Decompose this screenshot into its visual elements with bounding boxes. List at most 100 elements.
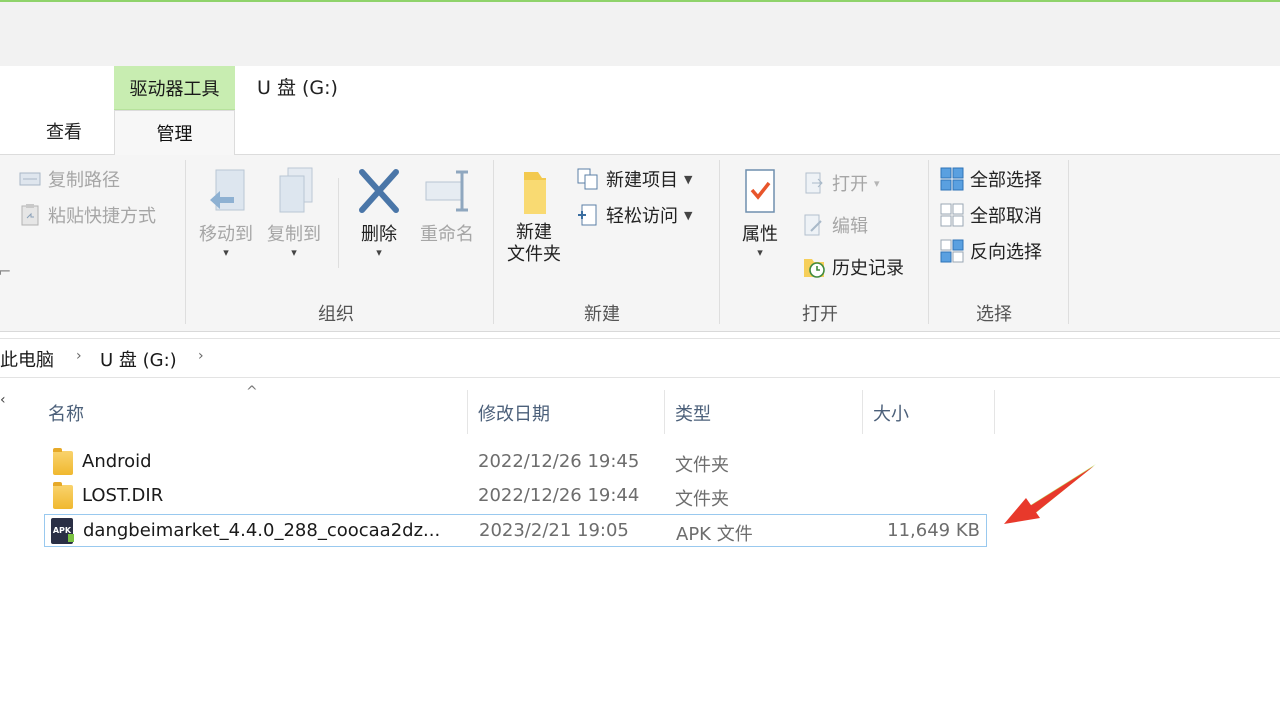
folder-icon (53, 482, 73, 509)
new-item-label: 新建项目 (606, 170, 678, 191)
paste-shortcut-button[interactable]: 粘贴快捷方式 (18, 202, 156, 228)
properties-icon (733, 166, 787, 224)
apk-file-icon: APK (51, 518, 74, 544)
easy-access-label: 轻松访问 (606, 206, 678, 227)
breadcrumb-chevron-icon[interactable]: › (76, 348, 82, 364)
file-name: dangbeimarket_4.4.0_288_coocaa2dz... (83, 520, 441, 541)
column-header-type[interactable]: 类型 (675, 400, 711, 426)
select-all-button[interactable]: 全部选择 (940, 166, 1042, 192)
copy-path-icon (18, 167, 42, 191)
title-bar (0, 2, 1280, 66)
properties-label: 属性 (742, 224, 778, 245)
new-item-button[interactable]: 新建项目 ▼ (576, 166, 692, 192)
history-icon (802, 255, 826, 279)
move-to-button[interactable]: 移动到 ▾ (194, 166, 258, 259)
file-date: 2023/2/21 19:05 (479, 520, 629, 541)
column-header-date[interactable]: 修改日期 (478, 400, 550, 426)
edit-button[interactable]: 编辑 (802, 212, 868, 238)
rename-label: 重命名 (420, 224, 474, 245)
edit-label: 编辑 (832, 216, 868, 237)
nav-pane-collapse-icon[interactable]: ‹ (0, 392, 6, 408)
clipped-icon: ⌐ (0, 262, 12, 281)
column-divider[interactable] (862, 390, 863, 434)
folder-icon (53, 448, 73, 475)
properties-dropdown-icon: ▾ (757, 245, 763, 259)
group-separator (1068, 160, 1069, 324)
open-group-label: 打开 (802, 304, 838, 325)
paste-shortcut-icon (18, 203, 42, 227)
properties-button[interactable]: 属性 ▾ (733, 166, 787, 259)
breadcrumb-chevron-icon[interactable]: › (198, 348, 204, 364)
organize-group-label: 组织 (318, 304, 354, 325)
new-folder-label-line1: 新建 (516, 222, 552, 243)
file-name: Android (82, 451, 152, 472)
inner-separator (338, 178, 339, 268)
new-group-label: 新建 (584, 304, 620, 325)
new-item-icon (576, 167, 600, 191)
rename-button[interactable]: 重命名 (414, 166, 480, 246)
sort-ascending-icon: ^ (246, 384, 258, 400)
rename-icon (414, 166, 480, 224)
tab-view[interactable]: 查看 (46, 118, 82, 144)
new-folder-button[interactable]: 新建 文件夹 (502, 166, 566, 265)
column-divider[interactable] (994, 390, 995, 434)
edit-icon (802, 213, 826, 237)
file-row-apk[interactable]: APK dangbeimarket_4.4.0_288_coocaa2dz...… (44, 514, 987, 547)
delete-dropdown-icon: ▾ (376, 245, 382, 259)
copy-to-label: 复制到 (267, 224, 321, 245)
file-size: 11,649 KB (887, 520, 980, 541)
tab-manage[interactable]: 管理 (114, 110, 235, 155)
file-row-lost-dir[interactable]: LOST.DIR 2022/12/26 19:44 文件夹 (44, 480, 987, 513)
column-header-name[interactable]: 名称 (48, 400, 84, 426)
file-date: 2022/12/26 19:45 (478, 451, 640, 472)
open-icon (802, 171, 826, 195)
drive-tools-label: 驱动器工具 (129, 78, 220, 100)
open-label: 打开 (832, 174, 868, 195)
history-button[interactable]: 历史记录 (802, 254, 904, 280)
copy-to-dropdown-icon: ▾ (291, 245, 297, 259)
window-title: U 盘 (G:) (257, 77, 338, 99)
file-type: APK 文件 (676, 524, 753, 545)
invert-selection-icon (940, 239, 964, 263)
new-folder-icon (502, 166, 566, 222)
group-separator (928, 160, 929, 324)
select-group-label: 选择 (976, 304, 1012, 325)
address-bar[interactable] (0, 338, 1280, 378)
new-item-dropdown-icon: ▼ (684, 172, 693, 186)
move-to-label: 移动到 (199, 224, 253, 245)
group-separator (493, 160, 494, 324)
copy-path-button[interactable]: 复制路径 (18, 166, 120, 192)
select-none-label: 全部取消 (970, 206, 1042, 227)
breadcrumb-this-pc[interactable]: 此电脑 (0, 346, 54, 372)
delete-icon (350, 166, 408, 224)
group-separator (185, 160, 186, 324)
breadcrumb-drive[interactable]: U 盘 (G:) (100, 346, 177, 372)
column-divider[interactable] (664, 390, 665, 434)
file-row-android[interactable]: Android 2022/12/26 19:45 文件夹 (44, 446, 987, 479)
delete-label: 删除 (361, 224, 397, 245)
move-to-icon (194, 166, 258, 224)
select-none-icon (940, 203, 964, 227)
invert-selection-button[interactable]: 反向选择 (940, 238, 1042, 264)
column-header-size[interactable]: 大小 (873, 400, 909, 426)
column-divider[interactable] (467, 390, 468, 434)
history-label: 历史记录 (832, 258, 904, 279)
select-none-button[interactable]: 全部取消 (940, 202, 1042, 228)
copy-to-button[interactable]: 复制到 ▾ (262, 166, 326, 259)
easy-access-icon (576, 203, 600, 227)
file-name: LOST.DIR (82, 485, 164, 506)
file-type: 文件夹 (675, 455, 729, 476)
drive-tools-context-tab[interactable]: 驱动器工具 (114, 66, 235, 110)
select-all-label: 全部选择 (970, 170, 1042, 191)
paste-shortcut-label: 粘贴快捷方式 (48, 206, 156, 227)
easy-access-button[interactable]: 轻松访问 ▼ (576, 202, 692, 228)
invert-selection-label: 反向选择 (970, 242, 1042, 263)
file-date: 2022/12/26 19:44 (478, 485, 640, 506)
tab-manage-label: 管理 (156, 124, 193, 145)
select-all-icon (940, 167, 964, 191)
delete-button[interactable]: 删除 ▾ (350, 166, 408, 259)
file-type: 文件夹 (675, 489, 729, 510)
copy-to-icon (262, 166, 326, 224)
open-button[interactable]: 打开 ▾ (802, 170, 880, 196)
annotation-arrow-icon (1004, 464, 1096, 524)
